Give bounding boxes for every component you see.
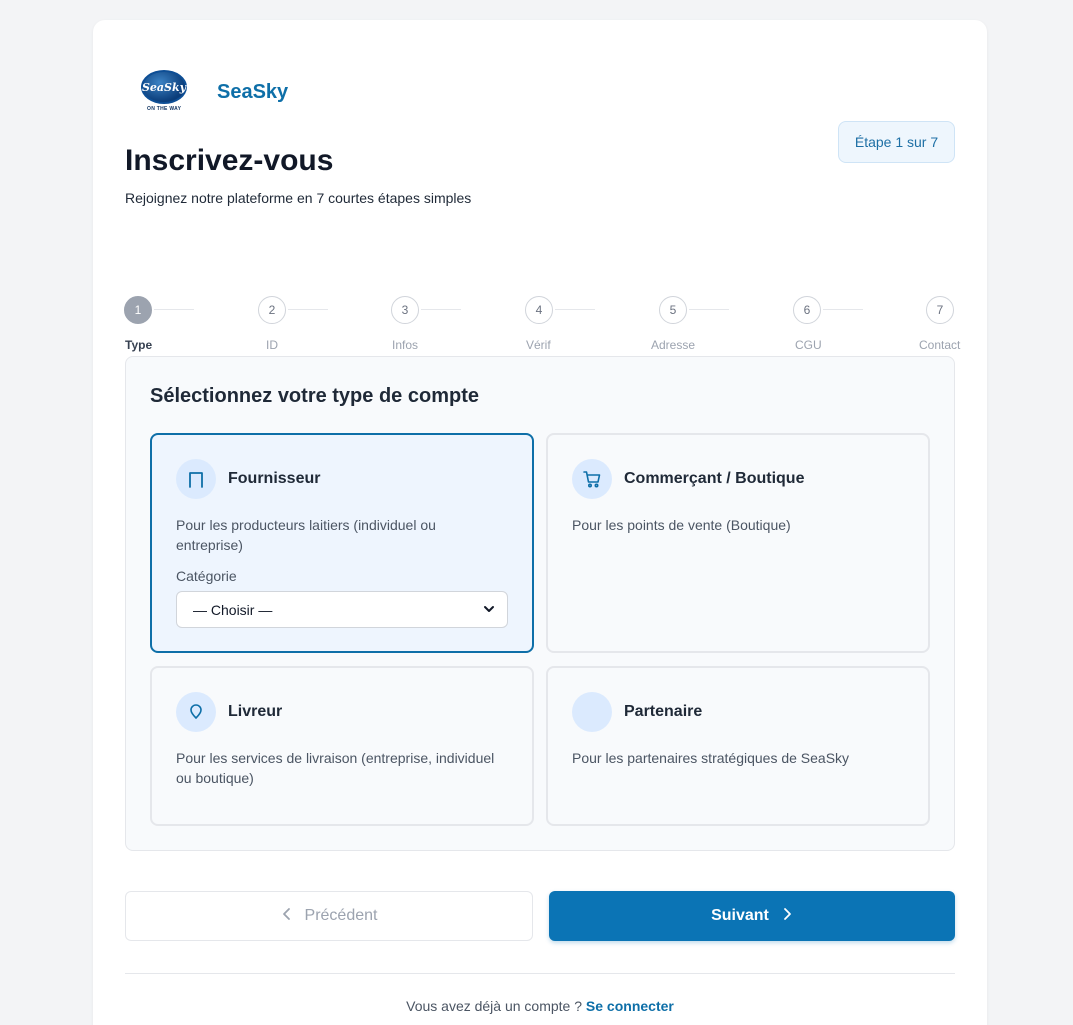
step-label: CGU	[795, 338, 822, 352]
step-connector	[555, 309, 595, 310]
option-description: Pour les services de livraison (entrepri…	[176, 750, 495, 786]
step-dot: 1	[124, 296, 152, 324]
next-button[interactable]: Suivant	[549, 891, 955, 941]
option-livreur[interactable]: Livreur Pour les services de livraison (…	[150, 666, 534, 826]
option-fournisseur[interactable]: Fournisseur Pour les producteurs laitier…	[150, 433, 534, 653]
category-select[interactable]: — Choisir —	[176, 591, 508, 628]
logo-emblem: SeaSky	[141, 70, 187, 104]
account-type-heading: Sélectionnez votre type de compte	[150, 385, 479, 407]
step-dot: 2	[258, 296, 286, 324]
step-label: Infos	[392, 338, 419, 352]
option-title: Commerçant / Boutique	[624, 470, 805, 487]
chevron-down-icon	[483, 602, 495, 618]
location-pin-icon	[176, 692, 216, 732]
option-title: Partenaire	[624, 703, 703, 720]
option-description: Pour les points de vente (Boutique)	[572, 517, 791, 533]
page-subtitle: Rejoignez notre plateforme en 7 courtes …	[125, 190, 472, 206]
cart-icon	[572, 459, 612, 499]
step-label: Vérif	[526, 338, 551, 352]
brand: SeaSky ON THE WAY SeaSky	[137, 68, 288, 116]
step-label: Type	[125, 338, 153, 352]
step-label: Contact	[919, 338, 961, 352]
step-connector	[689, 309, 729, 310]
option-partenaire[interactable]: Partenaire Pour les partenaires stratégi…	[546, 666, 930, 826]
partner-icon	[572, 692, 612, 732]
step-label: ID	[266, 338, 278, 352]
login-prompt: Vous avez déjà un compte ? Se connecter	[93, 998, 987, 1014]
divider	[125, 973, 955, 974]
option-commercant[interactable]: Commerçant / Boutique Pour les points de…	[546, 433, 930, 653]
option-title: Livreur	[228, 703, 283, 720]
step-dot: 5	[659, 296, 687, 324]
option-description: Pour les partenaires stratégiques de Sea…	[572, 750, 850, 766]
page-title: Inscrivez-vous	[125, 144, 334, 177]
account-type-panel: Sélectionnez votre type de compte Fourni…	[125, 356, 955, 851]
category-select-value: — Choisir —	[193, 601, 273, 618]
previous-button-label: Précédent	[304, 907, 378, 924]
chevron-right-icon	[781, 907, 793, 926]
login-prompt-text: Vous avez déjà un compte ?	[406, 998, 583, 1014]
step-dot: 6	[793, 296, 821, 324]
step-connector	[823, 309, 863, 310]
logo-tagline: ON THE WAY	[147, 106, 182, 112]
next-button-label: Suivant	[711, 907, 769, 924]
step-badge: Étape 1 sur 7	[838, 121, 955, 163]
step-dot: 4	[525, 296, 553, 324]
brand-name: SeaSky	[217, 80, 289, 103]
chevron-left-icon	[281, 907, 293, 926]
category-label: Catégorie	[176, 568, 237, 584]
login-link[interactable]: Se connecter	[586, 998, 674, 1014]
seasky-logo: SeaSky ON THE WAY	[137, 68, 193, 116]
step-label: Adresse	[651, 338, 696, 352]
option-title: Fournisseur	[228, 470, 321, 487]
magnet-icon	[176, 459, 216, 499]
step-dot: 3	[391, 296, 419, 324]
step-connector	[154, 309, 194, 310]
stepper: 1 Type 2 ID 3 Infos 4 Vérif 5 Adresse 6 …	[93, 296, 987, 356]
previous-button[interactable]: Précédent	[125, 891, 533, 941]
option-description: Pour les producteurs laitiers (individue…	[176, 517, 436, 553]
step-dot: 7	[926, 296, 954, 324]
step-connector	[421, 309, 461, 310]
step-connector	[288, 309, 328, 310]
signup-card: SeaSky ON THE WAY SeaSky Étape 1 sur 7 I…	[93, 20, 987, 1025]
